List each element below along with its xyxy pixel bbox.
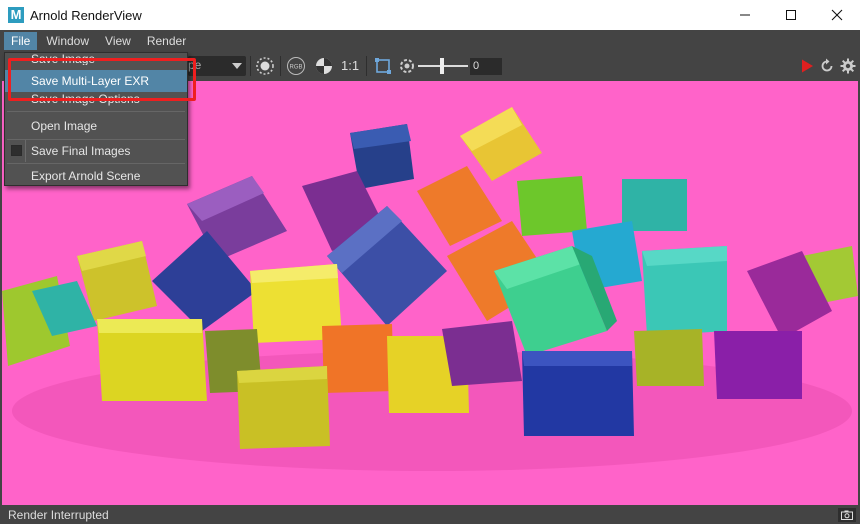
refresh-icon: [821, 58, 833, 72]
menu-item-open-image[interactable]: Open Image: [5, 115, 187, 137]
menu-render[interactable]: Render: [140, 32, 193, 50]
render-region-icon: [256, 57, 274, 75]
menu-item-export-arnold-scene[interactable]: Export Arnold Scene: [5, 165, 187, 187]
exposure-icon: [400, 59, 414, 73]
chevron-down-icon: [232, 63, 242, 69]
crop-button[interactable]: [372, 56, 394, 76]
render-button[interactable]: [796, 56, 818, 76]
status-text: Render Interrupted: [8, 508, 109, 522]
ratio-label[interactable]: 1:1: [341, 58, 359, 73]
annotation-highlight-box: [8, 58, 196, 101]
menu-item-save-final-images: Save Final Images: [31, 144, 131, 158]
menu-file[interactable]: File: [4, 32, 38, 50]
menu-bar: File Window View Render: [0, 30, 860, 52]
title-bar: M Arnold RenderView: [0, 0, 860, 30]
exposure-slider-handle[interactable]: [440, 58, 444, 74]
toolbar-divider: [280, 56, 281, 76]
snapshot-icon: [841, 510, 853, 520]
status-bar: Render Interrupted: [0, 506, 860, 524]
toolbar-divider: [366, 56, 367, 76]
menu-separator: [7, 111, 185, 112]
snapshot-button[interactable]: [838, 508, 856, 522]
toolbar-divider: [250, 56, 251, 76]
checker-icon: [316, 58, 332, 74]
gear-icon: [840, 58, 856, 74]
display-mode-label: RGB: [289, 65, 302, 71]
menu-item-save-final-images-row[interactable]: Save Final Images: [5, 140, 187, 162]
play-icon: [802, 59, 813, 73]
settings-button[interactable]: [837, 56, 859, 76]
maximize-icon: [786, 10, 796, 20]
menu-window[interactable]: Window: [39, 32, 96, 50]
minimize-icon: [740, 14, 750, 16]
close-icon: [831, 9, 843, 21]
rgb-icon: RGB: [287, 57, 305, 75]
refresh-button[interactable]: [816, 56, 838, 76]
window-title: Arnold RenderView: [30, 7, 142, 23]
close-button[interactable]: [814, 0, 860, 30]
maya-icon: M: [8, 7, 24, 23]
camera-combo[interactable]: pe: [188, 56, 246, 76]
menu-view[interactable]: View: [98, 32, 138, 50]
maximize-button[interactable]: [768, 0, 814, 30]
checker-button[interactable]: [313, 56, 335, 76]
exposure-input[interactable]: 0: [470, 58, 502, 75]
exposure-button[interactable]: [396, 56, 418, 76]
minimize-button[interactable]: [722, 0, 768, 30]
menu-separator: [7, 163, 185, 164]
display-mode-button[interactable]: RGB: [285, 56, 307, 76]
render-region-button[interactable]: [254, 56, 276, 76]
crop-icon: [375, 58, 391, 74]
